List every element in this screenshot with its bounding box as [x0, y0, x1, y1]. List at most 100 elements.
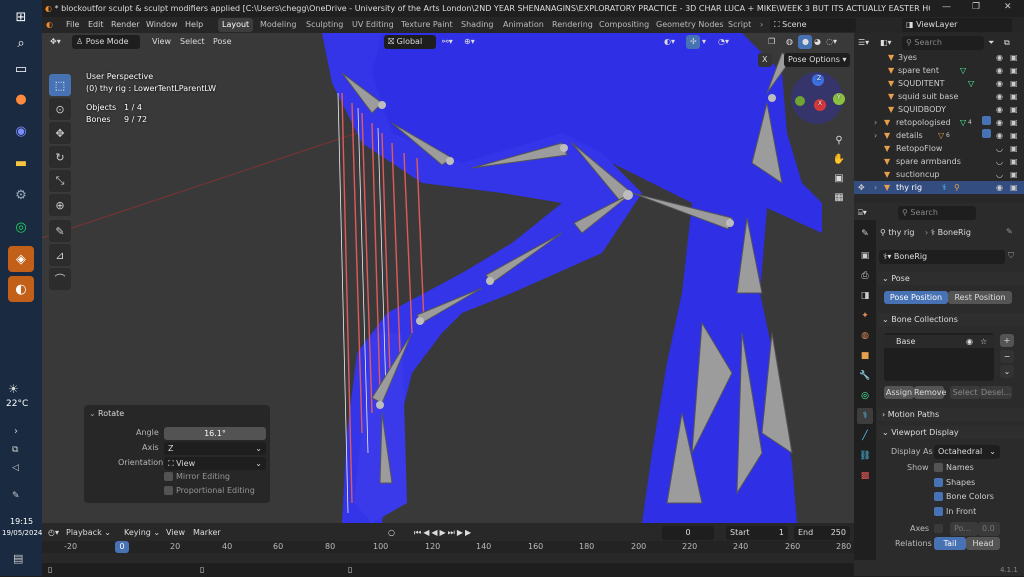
outliner-type-icon[interactable]: ☰▾	[858, 36, 869, 50]
bone-colors-checkbox[interactable]: Bone Colors	[934, 492, 994, 501]
orientation-selector[interactable]: ⛝ Global	[384, 35, 436, 49]
physics-tab-icon[interactable]: ◎	[857, 388, 873, 404]
gizmo-toggle-icon[interactable]: ✢	[686, 35, 700, 49]
shapes-checkbox[interactable]: Shapes	[934, 478, 975, 487]
section-viewport-display[interactable]: ⌄ Viewport Display	[878, 426, 1024, 439]
proportional-editing-checkbox[interactable]: Proportional Editing	[164, 486, 255, 495]
relations-tail-button[interactable]: Tail	[934, 537, 966, 550]
menu-help[interactable]: Help	[185, 17, 203, 33]
outliner-item[interactable]: ▼ spare tent ▽ ◉ ▣	[854, 64, 1024, 77]
texture-tab-icon[interactable]: ▩	[857, 468, 873, 484]
expand-icon[interactable]: ›	[874, 116, 877, 129]
section-motion-paths[interactable]: › Motion Paths	[878, 408, 1024, 421]
clock-date[interactable]: 19/05/2024	[2, 529, 42, 537]
tab-sculpting[interactable]: Sculpting	[302, 18, 347, 32]
expand-icon[interactable]: ›	[874, 181, 877, 194]
camera-visibility-icon[interactable]: ▣	[1010, 90, 1018, 103]
eye-icon[interactable]: ◉	[996, 116, 1003, 129]
menu-file[interactable]: File	[66, 17, 79, 33]
network-icon[interactable]: ⧉	[12, 445, 18, 455]
rendered-shading-icon[interactable]: ◌▾	[826, 35, 837, 49]
pivot-icon[interactable]: ⚯▾	[442, 35, 453, 49]
relations-head-button[interactable]: Head	[966, 537, 1000, 550]
xray-icon[interactable]: ❐	[768, 35, 775, 49]
menu-playback[interactable]: Playback ⌄	[66, 526, 111, 540]
outliner-item[interactable]: › ▼ details ▽ 6 ◉ ▣	[854, 129, 1024, 142]
scale-tool[interactable]: ⤡	[49, 170, 71, 192]
axis-select[interactable]: Z ⌄	[164, 442, 266, 455]
menu-timeline-view[interactable]: View	[166, 526, 185, 540]
snap-icon[interactable]: ⊕▾	[464, 35, 475, 49]
visibility-icon[interactable]: ◐▾	[664, 35, 675, 49]
mode-selector[interactable]: ♙ Pose Mode	[72, 35, 140, 49]
transform-tool[interactable]: ⊕	[49, 194, 71, 216]
filter-icon[interactable]: ⏷	[988, 36, 994, 50]
display-as-select[interactable]: Octahedral ⌄	[934, 445, 1000, 459]
orientation-select[interactable]: ⛶ View ⌄	[164, 457, 266, 470]
view-layer-tab-icon[interactable]: ◨	[857, 288, 873, 304]
deselect-button[interactable]: Desel...	[980, 386, 1012, 399]
menu-edit[interactable]: Edit	[88, 17, 104, 33]
eye-icon[interactable]: ◉	[966, 335, 973, 348]
display-mode-icon[interactable]: ◧▾	[880, 36, 892, 50]
playback-controls[interactable]: ⏮◀◀▶⏭▶▶	[414, 526, 473, 540]
armature-data-name-field[interactable]: ⚕▾ BoneRig	[879, 250, 1005, 264]
menu-marker[interactable]: Marker	[193, 526, 221, 540]
tab-uv-editing[interactable]: UV Editing	[348, 18, 398, 32]
camera-visibility-icon[interactable]: ▣	[1010, 64, 1018, 77]
camera-visibility-icon[interactable]: ▣	[1010, 51, 1018, 64]
start-frame-field[interactable]: Start 1	[726, 526, 788, 540]
blender-icon[interactable]: ◐	[8, 276, 34, 302]
menu-keying[interactable]: Keying ⌄	[124, 526, 160, 540]
camera-visibility-icon[interactable]: ▣	[1010, 181, 1018, 194]
blender-menu-icon[interactable]: ◐	[46, 17, 53, 33]
overlay-icon[interactable]: ◔▾	[718, 35, 729, 49]
move-tool[interactable]: ✥	[49, 122, 71, 144]
rest-position-button[interactable]: Rest Position	[948, 291, 1012, 304]
eye-hidden-icon[interactable]: ◡	[996, 142, 1003, 155]
gizmo-dropdown-icon[interactable]: ▾	[702, 35, 706, 49]
angle-field[interactable]: 16.1°	[164, 427, 266, 440]
outliner-search-input[interactable]: ⚲ Search	[902, 36, 984, 50]
steam-icon[interactable]: ⚙	[8, 182, 34, 208]
outliner-item[interactable]: ▼ SQUIDBODY ◉ ▣	[854, 103, 1024, 116]
menu-render[interactable]: Render	[111, 17, 139, 33]
menu-window[interactable]: Window	[146, 17, 178, 33]
mirror-editing-checkbox[interactable]: Mirror Editing	[164, 472, 230, 481]
outliner-item[interactable]: ▼ spare armbands ◡ ▣	[854, 155, 1024, 168]
object-tab-icon[interactable]: ■	[857, 348, 873, 364]
eye-icon[interactable]: ◉	[996, 90, 1003, 103]
properties-search-input[interactable]: ⚲ Search	[898, 206, 976, 220]
pan-hand-icon[interactable]: ✋	[832, 150, 846, 169]
outliner-item[interactable]: ▼ squid suit base ◉ ▣	[854, 90, 1024, 103]
menu-view[interactable]: View	[152, 35, 171, 49]
editor-type-icon[interactable]: ✥▾	[50, 35, 61, 49]
rotate-tool[interactable]: ↻	[49, 146, 71, 168]
camera-visibility-icon[interactable]: ▣	[1010, 168, 1018, 181]
blender-app-icon[interactable]: ◈	[8, 246, 34, 272]
add-collection-button[interactable]: +	[1000, 334, 1014, 347]
close-icon[interactable]: ✕	[1004, 2, 1012, 12]
camera-icon[interactable]: ▣	[832, 169, 846, 188]
camera-visibility-icon[interactable]: ▣	[1010, 142, 1018, 155]
relax-pose-tool[interactable]: ⌒	[49, 268, 71, 290]
tab-modeling[interactable]: Modeling	[256, 18, 300, 32]
volume-icon[interactable]: ◁	[12, 463, 19, 473]
armature-data-tab-icon[interactable]: ⚕	[857, 408, 873, 424]
playhead[interactable]: 0	[115, 541, 129, 553]
axes-position-field[interactable]: 0.0	[978, 522, 1000, 536]
scene-selector[interactable]: ⛶ Scene	[770, 18, 856, 32]
frame-ruler[interactable]: -20 0 20 40 60 80 100 120 140 160 180 20…	[42, 541, 854, 553]
checkbox-icon[interactable]	[982, 129, 991, 138]
pose-x-mirror[interactable]: X	[758, 53, 772, 67]
annotate-tool[interactable]: ✎	[49, 220, 71, 242]
eye-hidden-icon[interactable]: ◡	[996, 155, 1003, 168]
task-view-icon[interactable]: ▭	[8, 56, 34, 82]
outliner-item-selected[interactable]: ✥ › ▼ thy rig ⚕ ⚲ ◉ ▣	[854, 181, 1024, 194]
windows-start-icon[interactable]: ⊞	[8, 4, 34, 30]
tab-layout[interactable]: Layout	[218, 18, 254, 32]
maximize-icon[interactable]: ❐	[972, 2, 980, 12]
bone-collection-item[interactable]: Base ◉ ☆	[884, 335, 994, 348]
pose-options-dropdown[interactable]: Pose Options ▾	[784, 53, 850, 67]
expand-icon[interactable]: ›	[874, 129, 877, 142]
